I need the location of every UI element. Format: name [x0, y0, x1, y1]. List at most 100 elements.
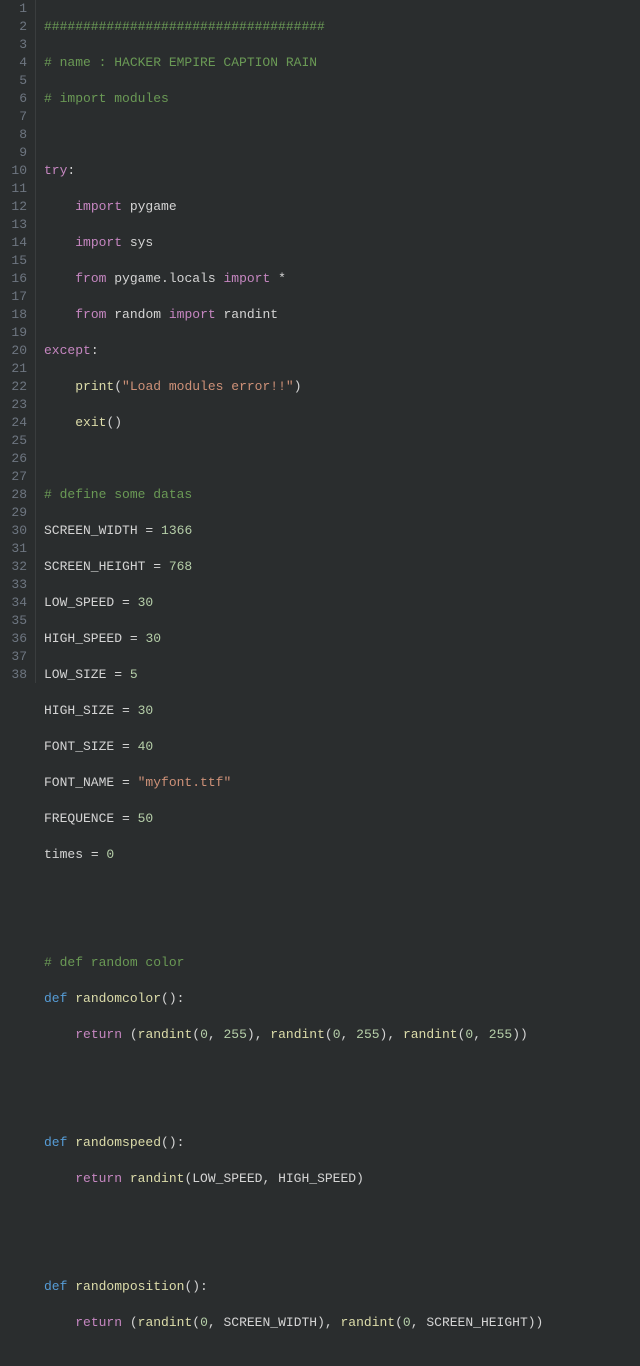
keyword-token: from [75, 307, 106, 322]
code-line[interactable]: SCREEN_HEIGHT = 768 [44, 558, 640, 576]
line-number: 2 [6, 18, 27, 36]
punct-token: ( [395, 1315, 403, 1330]
code-line[interactable]: from pygame.locals import * [44, 270, 640, 288]
operator-token: = [122, 811, 130, 826]
line-number: 37 [6, 648, 27, 666]
space-token [67, 1279, 75, 1294]
code-editor-area[interactable]: #################################### # n… [36, 0, 640, 683]
line-number: 32 [6, 558, 27, 576]
code-line[interactable]: return (randint(0, 255), randint(0, 255)… [44, 1026, 640, 1044]
line-number: 1 [6, 0, 27, 18]
keyword-token: return [75, 1315, 122, 1330]
code-line[interactable]: exit() [44, 414, 640, 432]
code-line[interactable]: # define some datas [44, 486, 640, 504]
number-token: 255 [489, 1027, 512, 1042]
punct-token: , [208, 1027, 224, 1042]
code-line[interactable]: HIGH_SPEED = 30 [44, 630, 640, 648]
line-number: 13 [6, 216, 27, 234]
operator-token: = [122, 595, 130, 610]
line-number: 19 [6, 324, 27, 342]
number-token: 255 [223, 1027, 246, 1042]
code-line[interactable]: import sys [44, 234, 640, 252]
number-token: 40 [130, 739, 153, 754]
keyword-token: def [44, 1135, 67, 1150]
line-number: 35 [6, 612, 27, 630]
identifier-token: LOW_SIZE [44, 667, 114, 682]
code-line[interactable]: #################################### [44, 18, 640, 36]
code-line[interactable] [44, 1242, 640, 1260]
keyword-token: import [75, 199, 122, 214]
code-line[interactable] [44, 1350, 640, 1366]
keyword-token: except [44, 343, 91, 358]
punct-token: ( [192, 1027, 200, 1042]
code-line[interactable]: HIGH_SIZE = 30 [44, 702, 640, 720]
punct-token: (LOW_SPEED, HIGH_SPEED) [184, 1171, 363, 1186]
line-number: 18 [6, 306, 27, 324]
function-def-token: randomposition [75, 1279, 184, 1294]
code-line[interactable]: FREQUENCE = 50 [44, 810, 640, 828]
code-line[interactable]: LOW_SIZE = 5 [44, 666, 640, 684]
code-line[interactable]: FONT_NAME = "myfont.ttf" [44, 774, 640, 792]
code-line[interactable]: def randomspeed(): [44, 1134, 640, 1152]
identifier-token: pygame.locals [106, 271, 223, 286]
number-token: 0 [403, 1315, 411, 1330]
identifier-token: random [106, 307, 168, 322]
code-line[interactable]: import pygame [44, 198, 640, 216]
line-number: 22 [6, 378, 27, 396]
code-line[interactable]: # def random color [44, 954, 640, 972]
string-token: "myfont.ttf" [130, 775, 231, 790]
keyword-token: return [75, 1171, 122, 1186]
code-line[interactable]: def randomposition(): [44, 1278, 640, 1296]
code-line[interactable]: print("Load modules error!!") [44, 378, 640, 396]
function-call-token: randint [138, 1315, 193, 1330]
code-line[interactable] [44, 1062, 640, 1080]
number-token: 5 [122, 667, 138, 682]
number-token: 1366 [153, 523, 192, 538]
punct-token: ) [294, 379, 302, 394]
code-line[interactable]: times = 0 [44, 846, 640, 864]
code-line[interactable]: # name : HACKER EMPIRE CAPTION RAIN [44, 54, 640, 72]
punct-token: : [91, 343, 99, 358]
number-token: 255 [356, 1027, 379, 1042]
code-line[interactable] [44, 918, 640, 936]
code-line[interactable]: def randomcolor(): [44, 990, 640, 1008]
keyword-token: import [75, 235, 122, 250]
code-line[interactable]: FONT_SIZE = 40 [44, 738, 640, 756]
punct-token: (): [161, 991, 184, 1006]
line-number: 27 [6, 468, 27, 486]
code-line[interactable] [44, 1206, 640, 1224]
identifier-token: LOW_SPEED [44, 595, 122, 610]
code-line[interactable] [44, 882, 640, 900]
line-number-gutter: 1 2 3 4 5 6 7 8 9 10 11 12 13 14 15 16 1… [0, 0, 36, 683]
identifier-token: FREQUENCE [44, 811, 122, 826]
code-line[interactable]: return randint(LOW_SPEED, HIGH_SPEED) [44, 1170, 640, 1188]
code-line[interactable] [44, 450, 640, 468]
code-line[interactable]: LOW_SPEED = 30 [44, 594, 640, 612]
punct-token: ( [192, 1315, 200, 1330]
code-line[interactable]: SCREEN_WIDTH = 1366 [44, 522, 640, 540]
code-line[interactable]: # import modules [44, 90, 640, 108]
space-token [122, 1171, 130, 1186]
code-line[interactable]: from random import randint [44, 306, 640, 324]
function-call-token: randint [138, 1027, 193, 1042]
punct-token: , [341, 1027, 357, 1042]
operator-token: = [122, 775, 130, 790]
punct-token: ( [325, 1027, 333, 1042]
code-line[interactable] [44, 1098, 640, 1116]
function-call-token: exit [75, 415, 106, 430]
function-def-token: randomcolor [75, 991, 161, 1006]
punct-token: , SCREEN_HEIGHT)) [411, 1315, 544, 1330]
comment-token: # def random color [44, 955, 184, 970]
star-token: * [278, 271, 286, 286]
number-token: 50 [130, 811, 153, 826]
operator-token: = [153, 559, 161, 574]
identifier-token: sys [122, 235, 153, 250]
code-line[interactable]: return (randint(0, SCREEN_WIDTH), randin… [44, 1314, 640, 1332]
code-line[interactable]: try: [44, 162, 640, 180]
code-line[interactable]: except: [44, 342, 640, 360]
code-line[interactable] [44, 126, 640, 144]
operator-token: = [114, 667, 122, 682]
line-number: 28 [6, 486, 27, 504]
line-number: 17 [6, 288, 27, 306]
punct-token: () [106, 415, 122, 430]
